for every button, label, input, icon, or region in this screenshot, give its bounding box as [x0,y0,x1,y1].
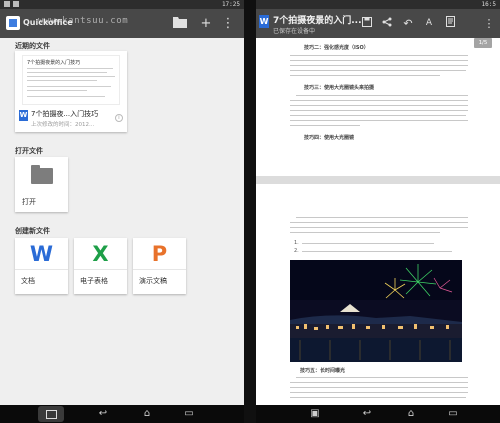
info-icon[interactable]: i [115,114,123,122]
heading: 技巧三：使用大光圈镜头来拍摄 [304,85,375,91]
folder-icon [31,165,53,184]
section-open-title: 打开文件 [15,147,43,155]
heading: 技巧四：使用大光圈镜 [304,135,355,141]
new-spreadsheet-label: 电子表格 [80,277,108,285]
screenshot-icon[interactable]: ▣ [304,408,326,420]
status-time: 17:25 [221,1,240,8]
add-icon[interactable]: + [198,16,214,32]
document-viewer-pane: 16:5 W 7个拍摄夜景的入门... 已保存在设备中 ↶ A ⋮ 技巧二：强化… [256,0,500,405]
list-number: 1. [294,240,299,246]
quickoffice-home-pane: 17:25 Quickoffice www.kantsuu.com + ⋮ 近期… [0,0,244,405]
share-icon[interactable] [380,16,394,31]
status-time: 16:5 [481,1,496,8]
list-number: 2. [294,248,299,254]
section-new-title: 创建新文件 [15,227,50,235]
save-icon[interactable] [360,16,374,31]
page-indicator: 1/5 [474,38,492,48]
word-app-icon: W [259,15,269,28]
navigation-bar: ▣ ↩ ⌂ ▭ [256,405,500,423]
recent-file-card[interactable]: 7个拍摄夜景的入门技巧 W 7个拍摄夜...入门技巧 上次修改的时间：2012.… [15,51,127,132]
heading: 技巧二：强化感光度（ISO） [304,45,369,51]
overflow-menu-icon[interactable]: ⋮ [482,16,496,31]
powerpoint-icon: P [151,242,168,266]
app-bar: Quickoffice www.kantsuu.com + ⋮ [0,9,244,38]
notification-icon [4,1,10,7]
navigation-bar: ↩ ⌂ ▭ [0,405,244,423]
fireworks-photo [290,260,462,362]
excel-icon: X [92,242,109,266]
recent-apps-icon[interactable]: ▭ [442,408,464,420]
back-icon[interactable]: ↩ [92,408,114,420]
text-format-icon[interactable]: A [422,16,436,31]
recent-apps-icon[interactable]: ▭ [178,408,200,420]
document-app-bar: W 7个拍摄夜景的入门... 已保存在设备中 ↶ A ⋮ [256,9,500,38]
document-page[interactable]: 1. 2. 技巧五：长时间曝光 [256,184,500,405]
status-bar: 17:25 [0,0,244,9]
document-icon[interactable] [443,16,457,31]
open-file-button[interactable]: 打开 [15,157,68,212]
thumbnail-title: 7个拍摄夜景的入门技巧 [27,60,81,66]
new-document-button[interactable]: W 文档 [15,238,68,294]
screenshot-icon[interactable] [38,406,64,422]
overflow-menu-icon[interactable]: ⋮ [220,16,236,32]
document-save-status: 已保存在设备中 [273,28,316,35]
document-thumbnail: 7个拍摄夜景的入门技巧 [22,55,120,105]
word-file-icon: W [19,110,28,121]
recent-file-name: 7个拍摄夜...入门技巧 [31,110,99,118]
home-icon[interactable]: ⌂ [400,408,422,420]
heading: 技巧五：长时间曝光 [300,368,346,374]
open-file-label: 打开 [22,198,36,206]
folder-icon[interactable] [172,16,188,32]
divider [244,0,256,423]
document-page[interactable]: 技巧二：强化感光度（ISO） 技巧三：使用大光圈镜头来拍摄 技巧四：使用大光圈镜 [256,38,500,176]
home-icon[interactable]: ⌂ [136,408,158,420]
watermark: www.kantsuu.com [38,16,129,26]
notification-icon [13,1,19,7]
recent-file-modified: 上次修改的时间：2012... [31,122,95,128]
undo-icon[interactable]: ↶ [401,16,415,31]
quickoffice-logo-icon [6,16,20,30]
back-icon[interactable]: ↩ [356,408,378,420]
new-presentation-label: 演示文稿 [139,277,167,285]
new-document-label: 文档 [21,277,35,285]
new-presentation-button[interactable]: P 演示文稿 [133,238,186,294]
word-icon: W [29,242,54,266]
status-bar: 16:5 [256,0,500,9]
section-recent-title: 近期的文件 [15,42,50,50]
new-spreadsheet-button[interactable]: X 电子表格 [74,238,127,294]
document-title: 7个拍摄夜景的入门... [273,16,362,26]
